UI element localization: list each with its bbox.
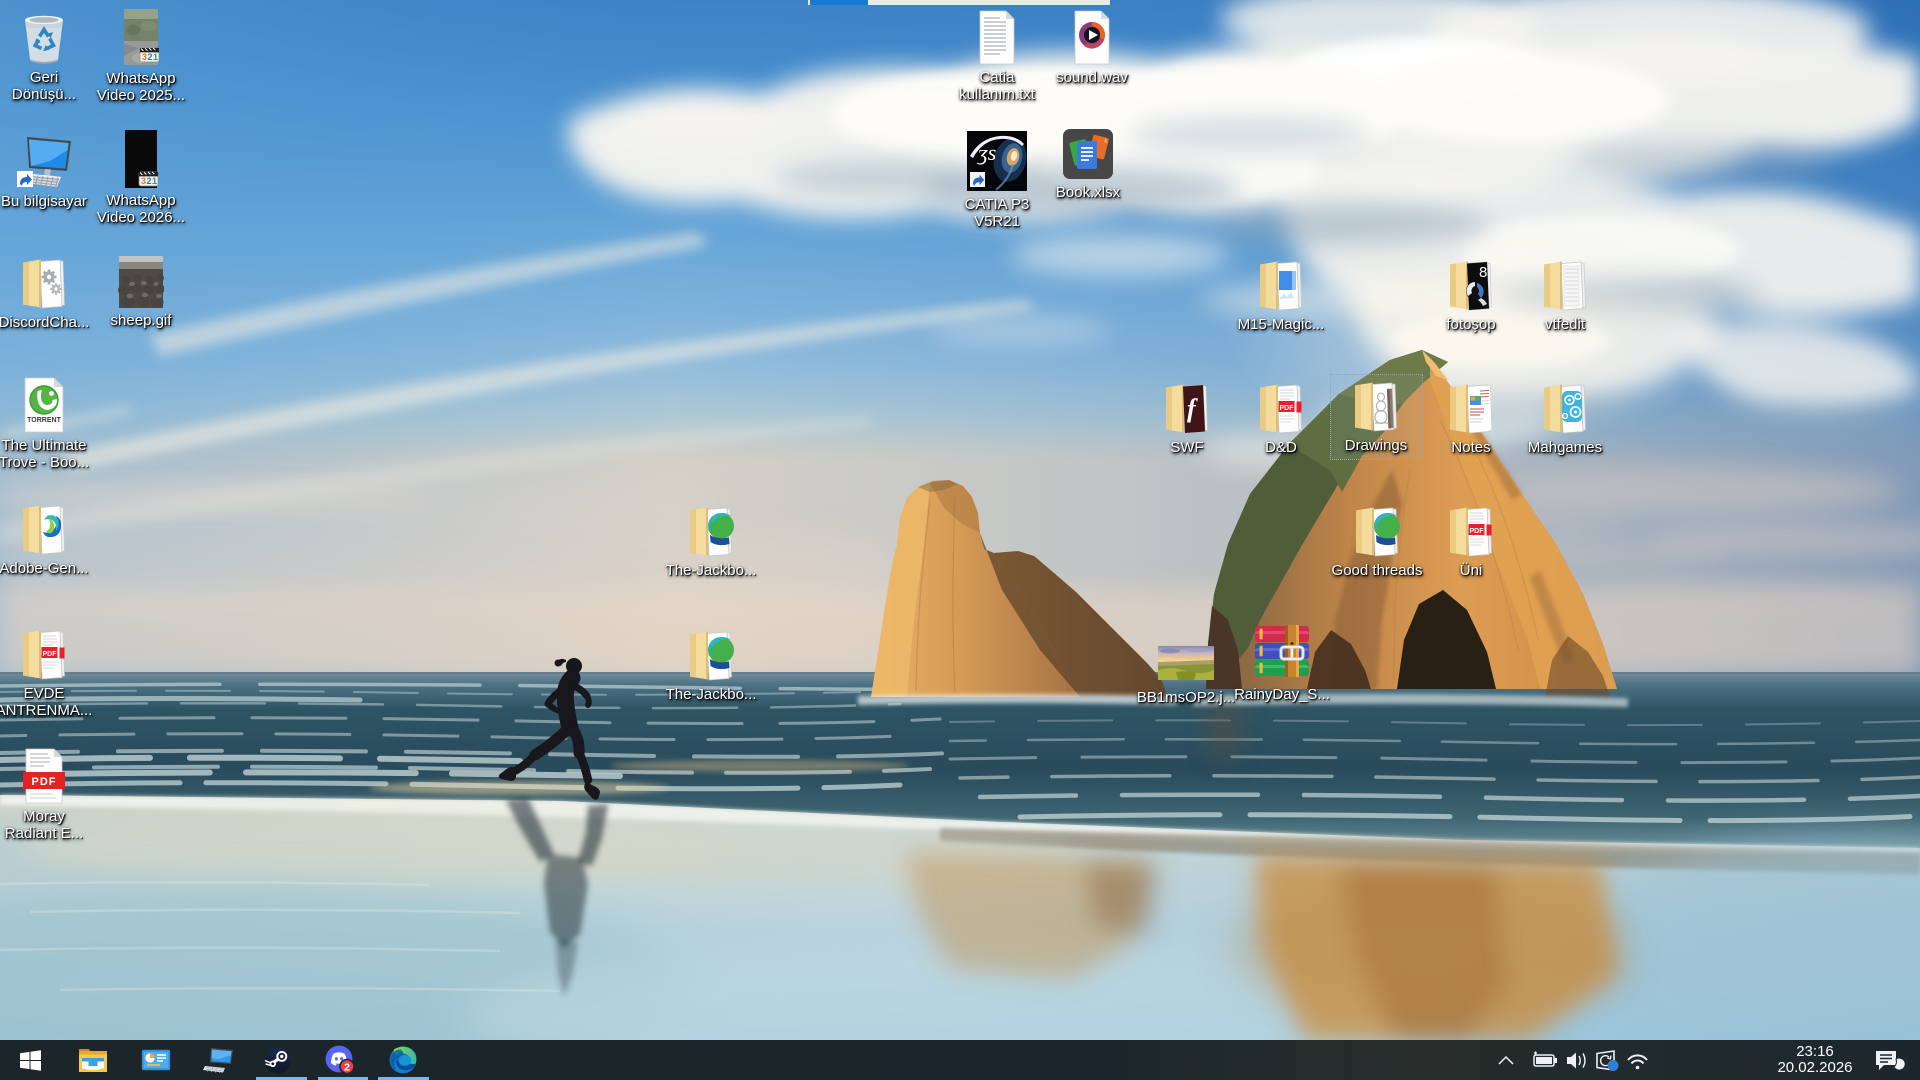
- svg-text:2: 2: [147, 176, 152, 186]
- svg-text:2: 2: [148, 52, 153, 62]
- svg-text:PDF: PDF: [32, 776, 57, 788]
- svg-text:1: 1: [153, 52, 158, 62]
- svg-text:2: 2: [344, 1061, 350, 1073]
- svg-text:TORRENT: TORRENT: [27, 417, 61, 424]
- svg-text:3: 3: [141, 176, 146, 186]
- svg-text:3: 3: [142, 52, 147, 62]
- svg-text:ʒs: ʒs: [976, 140, 996, 165]
- svg-text:1: 1: [152, 176, 157, 186]
